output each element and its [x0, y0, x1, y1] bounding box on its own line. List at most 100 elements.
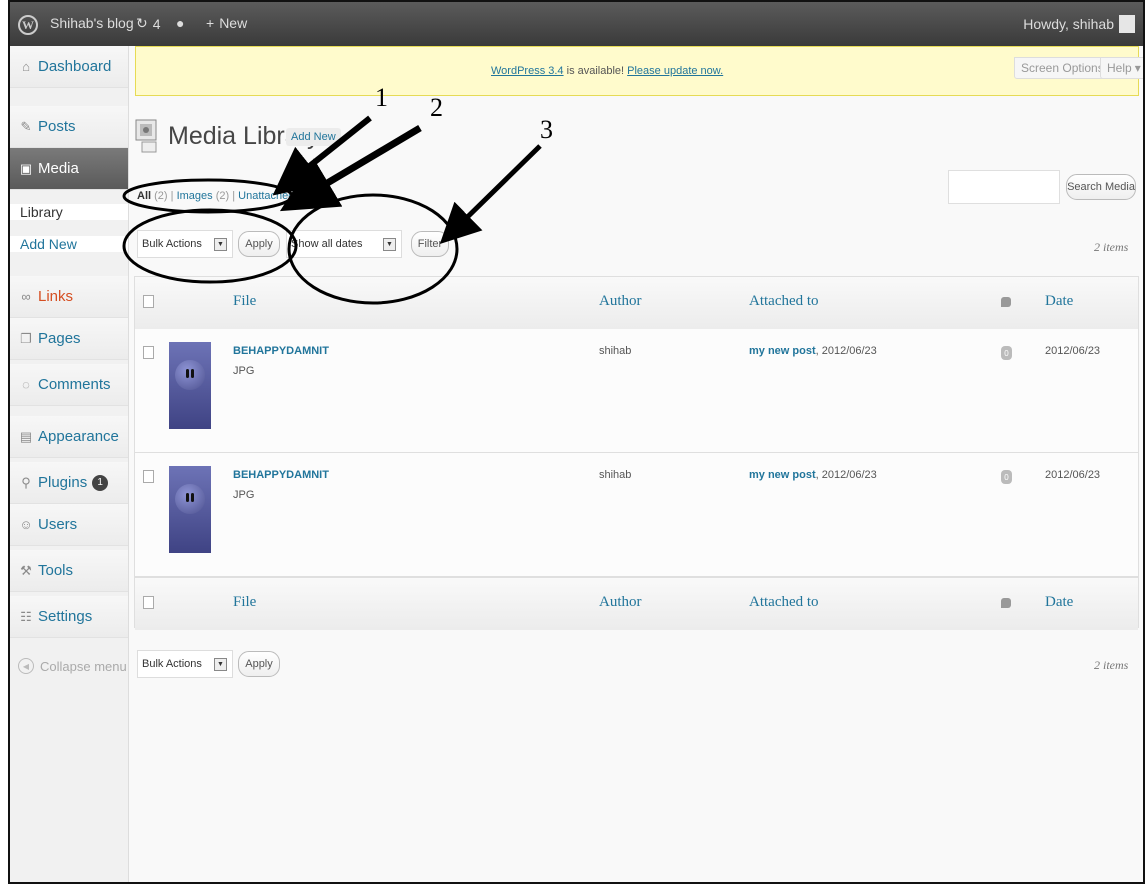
- date-filter-select[interactable]: Show all dates ▼: [286, 230, 402, 258]
- column-date[interactable]: Date: [1045, 293, 1073, 310]
- menu-label: Appearance: [38, 428, 119, 445]
- help-button[interactable]: Help ▾: [1100, 57, 1143, 79]
- pages-icon: ❐: [20, 330, 32, 346]
- submenu-label: Add New: [20, 236, 77, 252]
- site-name-link[interactable]: Shihab's blog: [50, 15, 134, 31]
- attached-post-link[interactable]: my new post: [749, 469, 816, 481]
- submenu-add-new[interactable]: Add New: [10, 236, 128, 252]
- media-date: 2012/06/23: [1045, 469, 1101, 481]
- menu-label: Pages: [38, 330, 81, 347]
- update-now-link[interactable]: Please update now.: [627, 65, 723, 77]
- table-row: BEHAPPYDAMNIT JPG shihab my new post, 20…: [135, 329, 1138, 453]
- view-images-link[interactable]: Images: [177, 190, 213, 202]
- comment-bubble-icon: ●: [176, 15, 185, 31]
- view-all-link[interactable]: All: [137, 190, 151, 202]
- attached-date: , 2012/06/23: [815, 345, 877, 357]
- menu-links[interactable]: ∞ Links: [10, 276, 128, 318]
- comment-count-bubble[interactable]: 0: [1001, 470, 1012, 484]
- apply-label: Apply: [245, 238, 273, 250]
- collapse-arrow-icon: ◀: [18, 658, 34, 674]
- column-file[interactable]: File: [233, 594, 256, 611]
- filter-label: Filter: [417, 238, 443, 250]
- menu-tools[interactable]: ⚒ Tools: [10, 550, 128, 592]
- search-button-label: Search Media: [1067, 181, 1135, 193]
- media-title-link[interactable]: BEHAPPYDAMNIT: [233, 345, 329, 357]
- link-icon: ∞: [21, 289, 31, 304]
- apply-button-top[interactable]: Apply: [238, 231, 280, 257]
- collapse-label: Collapse menu: [40, 658, 127, 674]
- select-all-checkbox[interactable]: [143, 295, 154, 308]
- media-search-input[interactable]: [948, 170, 1060, 204]
- select-value: Bulk Actions: [142, 658, 202, 670]
- menu-media[interactable]: ▣ Media: [10, 148, 128, 190]
- column-date[interactable]: Date: [1045, 594, 1073, 611]
- items-count-top: 2 items: [1094, 240, 1129, 254]
- screenshot-frame: W Shihab's blog ↻ 4 ● + New Howdy, shiha…: [8, 0, 1145, 884]
- howdy-text: Howdy, shihab: [1023, 16, 1114, 32]
- menu-dashboard[interactable]: ⌂ Dashboard: [10, 46, 128, 88]
- comments-column-icon[interactable]: [1001, 297, 1011, 307]
- new-label: New: [219, 15, 248, 31]
- update-nag: WordPress 3.4 is available! Please updat…: [135, 46, 1143, 96]
- filter-button[interactable]: Filter: [411, 231, 449, 257]
- media-thumbnail[interactable]: [169, 466, 211, 553]
- view-count: (2): [215, 190, 230, 202]
- menu-pages[interactable]: ❐ Pages: [10, 318, 128, 360]
- table-header: File Author Attached to Date: [135, 277, 1138, 330]
- column-attached-to[interactable]: Attached to: [749, 293, 819, 310]
- column-author[interactable]: Author: [599, 594, 642, 611]
- menu-settings[interactable]: ☷ Settings: [10, 596, 128, 638]
- view-unattached-link[interactable]: Unattached: [238, 190, 294, 202]
- media-author: shihab: [599, 345, 632, 357]
- media-author: shihab: [599, 469, 632, 481]
- dropdown-arrow-icon: ▾: [1134, 61, 1141, 75]
- new-content-link[interactable]: + New: [206, 15, 247, 31]
- column-file[interactable]: File: [233, 293, 256, 310]
- avatar: [1119, 15, 1135, 33]
- menu-posts[interactable]: ✎ Posts: [10, 106, 128, 148]
- comments-column-icon[interactable]: [1001, 598, 1011, 608]
- view-count: (2): [154, 190, 168, 202]
- plus-icon: +: [206, 15, 215, 31]
- updates-link[interactable]: ↻ 4: [136, 15, 161, 32]
- updates-icon: ↻: [136, 15, 148, 31]
- bulk-actions-select-top[interactable]: Bulk Actions ▼: [137, 230, 233, 258]
- search-media-button[interactable]: Search Media: [1066, 174, 1136, 200]
- row-checkbox[interactable]: [143, 470, 154, 483]
- help-label: Help: [1107, 61, 1132, 75]
- add-new-media-button[interactable]: Add New: [286, 128, 341, 146]
- comment-count-bubble[interactable]: 0: [1001, 346, 1012, 360]
- menu-users[interactable]: ☺ Users: [10, 504, 128, 546]
- column-author[interactable]: Author: [599, 293, 642, 310]
- dropdown-arrow-icon: ▼: [214, 658, 227, 671]
- media-thumbnail[interactable]: [169, 342, 211, 429]
- comments-link[interactable]: ●: [176, 15, 184, 31]
- menu-plugins[interactable]: ⚲ Plugins 1: [10, 462, 128, 504]
- submenu-library[interactable]: Library: [10, 204, 128, 220]
- media-title-link[interactable]: BEHAPPYDAMNIT: [233, 469, 329, 481]
- apply-button-bottom[interactable]: Apply: [238, 651, 280, 677]
- bulk-actions-select-bottom[interactable]: Bulk Actions ▼: [137, 650, 233, 678]
- attached-to-cell: my new post, 2012/06/23: [749, 345, 877, 357]
- my-account-link[interactable]: Howdy, shihab: [1023, 15, 1135, 33]
- tools-icon: ⚒: [20, 562, 32, 578]
- admin-bar: W Shihab's blog ↻ 4 ● + New Howdy, shiha…: [10, 2, 1143, 46]
- select-all-checkbox[interactable]: [143, 596, 154, 609]
- row-checkbox[interactable]: [143, 346, 154, 359]
- dropdown-arrow-icon: ▼: [383, 238, 396, 251]
- menu-appearance[interactable]: ▤ Appearance: [10, 416, 128, 458]
- media-icon: ▣: [19, 160, 33, 176]
- appearance-icon: ▤: [19, 428, 33, 444]
- items-count-bottom: 2 items: [1094, 658, 1129, 672]
- media-view-filters: All (2) | Images (2) | Unattached (0): [137, 190, 311, 202]
- plugins-update-badge: 1: [92, 474, 109, 491]
- wordpress-version-link[interactable]: WordPress 3.4: [491, 65, 564, 77]
- wordpress-logo-menu[interactable]: W: [18, 15, 38, 35]
- collapse-menu-button[interactable]: ◀ Collapse menu: [18, 658, 127, 674]
- menu-label: Settings: [38, 608, 93, 625]
- menu-comments[interactable]: ◌ Comments: [10, 364, 128, 406]
- column-attached-to[interactable]: Attached to: [749, 594, 819, 611]
- attached-post-link[interactable]: my new post: [749, 345, 816, 357]
- apply-label: Apply: [245, 658, 273, 670]
- admin-sidebar: ⌂ Dashboard ✎ Posts ▣ Media Library Add …: [10, 46, 129, 882]
